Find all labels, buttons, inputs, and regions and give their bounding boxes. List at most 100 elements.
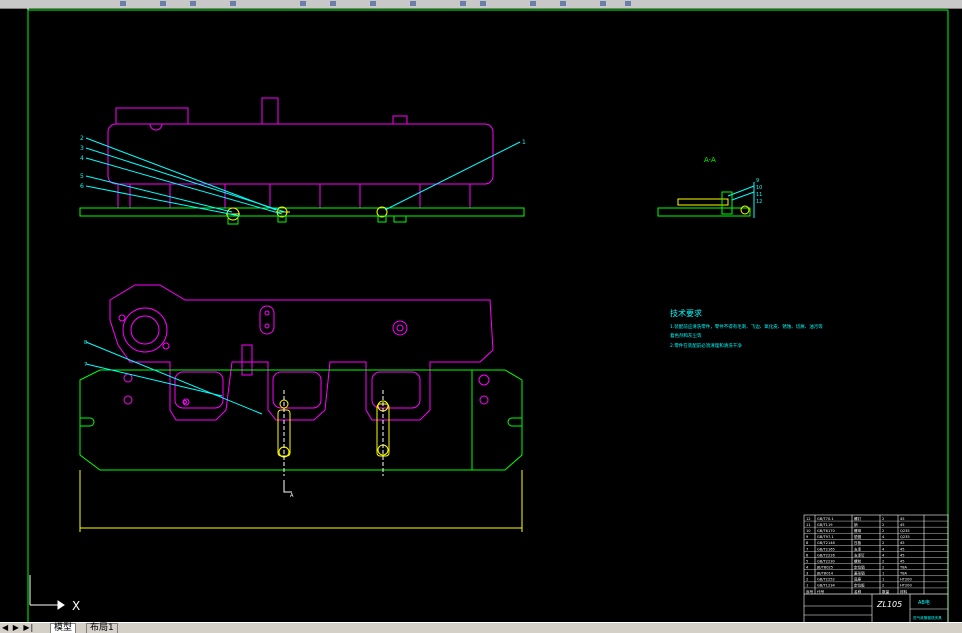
title-block-part-name: 进气歧管粗铣夹具 — [913, 615, 942, 620]
title-block-cell: 6 — [806, 553, 809, 557]
title-block-cell: 1 — [882, 572, 884, 576]
title-block-cell: 4 — [882, 553, 885, 557]
title-block-cell: 3 — [806, 572, 808, 576]
title-block-cell: 压板 — [854, 540, 862, 545]
title-block-cell: GB/T2226 — [817, 553, 836, 557]
title-block-cell: 1 — [882, 578, 884, 582]
tech-req-title: 技术要求 — [670, 308, 702, 318]
title-block-cell: 4 — [806, 565, 809, 569]
title-block-cell: 9 — [806, 535, 809, 539]
leader-label-5: 5 — [80, 173, 84, 180]
title-block-cell: GB/T2230 — [817, 559, 836, 563]
plan-view-part-outline — [109, 284, 494, 421]
title-block-cell: 螺栓 — [854, 558, 862, 563]
plan-view-leader-labels: 8 7 — [84, 340, 87, 368]
title-block-cell: 支承 — [854, 546, 862, 551]
title-block-cell: 垫圈 — [854, 534, 862, 539]
title-block-cell: 45 — [900, 559, 905, 563]
svg-text:9: 9 — [756, 178, 759, 184]
title-block-cell: JB/T8025 — [816, 565, 833, 569]
title-block-cell: 7 — [806, 547, 808, 551]
title-block-rows: 12 GB/T70.1 螺钉 2 4511 GB/T119 销 2 4510 GB/T6170 螺母… — [804, 516, 948, 595]
title-block-header-cell: 材料 — [900, 589, 908, 594]
title-block-cell: 45 — [900, 523, 905, 527]
title-block-cell: 45 — [900, 541, 905, 545]
title-block-cell: 2 — [882, 565, 884, 569]
plan-view — [79, 284, 523, 532]
tech-req-line-2: 着色剂和灰尘等 — [670, 332, 702, 339]
section-view-leader-labels: 9 10 11 12 — [756, 178, 762, 205]
title-block-company: AB电 — [918, 599, 930, 606]
layout-tabs-bar: ◀ ▶ ▶| 模型 布局1 — [0, 622, 962, 633]
leader-label-3: 3 — [80, 145, 84, 152]
front-view-part-body — [107, 123, 494, 185]
svg-text:12: 12 — [756, 199, 762, 205]
svg-text:8: 8 — [84, 340, 87, 346]
title-block-cell: JB/T8014 — [816, 572, 834, 576]
leader-label-6: 6 — [80, 183, 84, 190]
title-block-cell: 1 — [806, 584, 808, 588]
title-block-cell: 销 — [854, 522, 858, 527]
svg-text:11: 11 — [756, 192, 762, 198]
title-block-header-cell: 名称 — [854, 589, 862, 594]
title-block-cell: 2 — [882, 517, 884, 521]
title-block-cell: Q235 — [900, 529, 910, 533]
title-block-cell: 底座 — [854, 577, 862, 582]
svg-text:10: 10 — [756, 185, 762, 191]
title-block-cell: GB/T1234 — [817, 584, 836, 588]
title-block-cell: 4 — [882, 535, 885, 539]
plan-view-leaders — [85, 341, 263, 415]
title-block-cell: 定位销 — [854, 564, 865, 569]
title-block-cell: T8A — [899, 572, 907, 576]
title-block-cell: T8A — [899, 565, 907, 569]
tech-req-line-3: 2.零件在装配前必须清理和清洗干净 — [670, 342, 742, 349]
title-block-cell: 4 — [882, 547, 885, 551]
title-block-cell: HT200 — [900, 584, 912, 588]
drawing-canvas[interactable]: 2 3 4 5 6 1 A-A 9 10 11 12 A 8 7 技术要求 1.… — [0, 8, 962, 622]
title-block-cell: GB/T2252 — [817, 578, 835, 582]
front-view-base-plate — [79, 207, 525, 217]
title-block-header-cell: 数量 — [882, 589, 890, 594]
title-block-cell: 8 — [806, 541, 809, 545]
front-view-leader-labels: 2 3 4 5 6 1 — [80, 135, 526, 190]
title-block-cell: 10 — [806, 529, 811, 533]
section-view — [657, 182, 755, 218]
title-block-header-cell: 代号 — [817, 589, 825, 594]
ucs-icon — [29, 575, 65, 610]
title-block-cell: 菱形销 — [854, 571, 865, 576]
title-block-cell: 45 — [900, 553, 905, 557]
title-block-cell: 2 — [882, 559, 884, 563]
tech-req-line-1: 1.装配前应清洗零件，零件不得有毛刺、飞边、氧化皮、锈蚀、切屑、油污等 — [670, 323, 823, 330]
title-block-cell: 支承钉 — [854, 552, 865, 557]
technical-requirements: 技术要求 1.装配前应清洗零件，零件不得有毛刺、飞边、氧化皮、锈蚀、切屑、油污等… — [670, 308, 823, 349]
title-block-cell: GB/T6170 — [817, 529, 836, 533]
title-block-header-cell: 序号 — [806, 589, 814, 594]
leader-label-2: 2 — [80, 135, 84, 142]
title-block-cell: 12 — [806, 517, 811, 521]
title-block-cell: GB/T2165 — [817, 547, 835, 551]
leader-label-1: 1 — [522, 139, 526, 146]
section-view-title: A-A — [704, 156, 716, 164]
ucs-x-label: X — [72, 599, 80, 613]
title-block-cell: 45 — [900, 517, 905, 521]
title-block-drawing-code: ZL105 — [876, 600, 902, 609]
title-block-cell: 螺钉 — [854, 516, 862, 521]
title-block-cell: GB/T2148 — [817, 541, 836, 545]
title-block-cell: 定位板 — [854, 583, 865, 588]
title-block-cell: 螺母 — [854, 528, 862, 533]
title-block-cell: 45 — [900, 547, 905, 551]
front-view-leaders — [85, 137, 521, 217]
svg-text:7: 7 — [84, 362, 87, 368]
title-block-cell: GB/T119 — [817, 523, 833, 527]
title-block-cell: 2 — [882, 523, 884, 527]
title-block-cell: 2 — [806, 578, 808, 582]
title-block-cell: 5 — [806, 559, 808, 563]
section-mark-label: A — [290, 493, 294, 499]
title-block-cell: 2 — [882, 529, 884, 533]
title-block-cell: HT200 — [900, 578, 912, 582]
title-block-cell: Q235 — [900, 535, 910, 539]
title-block-cell: GB/T97.1 — [817, 535, 834, 539]
title-block-cell: 2 — [882, 584, 884, 588]
leader-label-4: 4 — [80, 155, 84, 162]
title-block-cell: GB/T70.1 — [817, 517, 834, 521]
